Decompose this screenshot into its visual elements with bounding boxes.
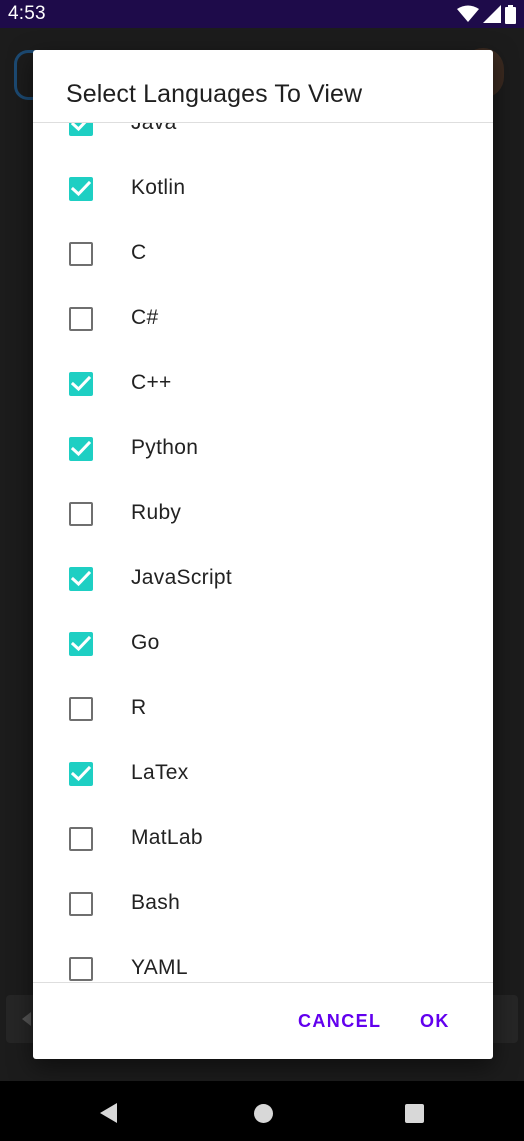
- home-icon[interactable]: [254, 1104, 273, 1123]
- checkmark-icon: [71, 570, 91, 587]
- checkbox-unchecked[interactable]: [69, 502, 93, 526]
- ok-button[interactable]: OK: [420, 1011, 450, 1032]
- option-label: C++: [131, 371, 172, 394]
- option-label: Java: [131, 123, 177, 135]
- checkbox-unchecked[interactable]: [69, 957, 93, 981]
- options-list-content: Java Kotlin C C# C++ Python Ruby JavaScript Go R L…: [33, 123, 493, 982]
- checkbox-checked[interactable]: [69, 567, 93, 591]
- option-row[interactable]: Kotlin: [33, 157, 493, 222]
- option-label: Bash: [131, 891, 181, 914]
- dialog-title: Select Languages To View: [66, 80, 363, 108]
- options-list[interactable]: Java Kotlin C C# C++ Python Ruby JavaScript Go R L…: [33, 123, 493, 982]
- option-row[interactable]: YAML: [33, 937, 493, 982]
- option-label: Python: [131, 436, 199, 459]
- signal-icon: [483, 5, 501, 23]
- option-label: C#: [131, 306, 159, 329]
- option-row[interactable]: Python: [33, 417, 493, 482]
- wifi-icon: [457, 5, 479, 22]
- battery-icon: [505, 4, 516, 24]
- option-label: JavaScript: [131, 566, 233, 589]
- checkbox-unchecked[interactable]: [69, 697, 93, 721]
- checkbox-unchecked[interactable]: [69, 892, 93, 916]
- option-row[interactable]: C: [33, 222, 493, 287]
- checkbox-unchecked[interactable]: [69, 307, 93, 331]
- option-label: Kotlin: [131, 176, 186, 199]
- checkmark-icon: [71, 123, 87, 132]
- option-row[interactable]: C++: [33, 352, 493, 417]
- checkbox-checked[interactable]: [69, 437, 93, 461]
- checkbox-checked[interactable]: [69, 177, 93, 201]
- checkbox-checked[interactable]: [69, 372, 93, 396]
- option-row[interactable]: Go: [33, 612, 493, 677]
- checkbox-checked[interactable]: [69, 632, 93, 656]
- option-row[interactable]: LaTex: [33, 742, 493, 807]
- background-arrow-icon: [22, 1012, 31, 1026]
- status-icons: [457, 4, 516, 24]
- option-label: R: [131, 696, 147, 719]
- option-label: Ruby: [131, 501, 182, 524]
- option-row[interactable]: R: [33, 677, 493, 742]
- dialog-actions: CANCEL OK: [33, 983, 493, 1059]
- checkbox-checked[interactable]: [69, 762, 93, 786]
- option-row[interactable]: Ruby: [33, 482, 493, 547]
- option-row[interactable]: C#: [33, 287, 493, 352]
- option-label: LaTex: [131, 761, 189, 784]
- checkbox-unchecked[interactable]: [69, 827, 93, 851]
- option-label: YAML: [131, 956, 188, 979]
- checkbox-unchecked[interactable]: [69, 242, 93, 266]
- status-time: 4:53: [8, 3, 46, 24]
- cancel-button[interactable]: CANCEL: [298, 1011, 381, 1032]
- navigation-bar: [0, 1081, 524, 1141]
- checkmark-icon: [71, 375, 91, 392]
- option-row[interactable]: JavaScript: [33, 547, 493, 612]
- checkmark-icon: [71, 765, 91, 782]
- checkmark-icon: [71, 635, 91, 652]
- status-bar: 4:53: [0, 0, 524, 28]
- checkbox-checked[interactable]: [69, 123, 93, 136]
- option-label: C: [131, 241, 147, 264]
- checkmark-icon: [71, 180, 91, 197]
- option-label: Go: [131, 631, 160, 654]
- option-row[interactable]: MatLab: [33, 807, 493, 872]
- checkmark-icon: [71, 440, 91, 457]
- option-row[interactable]: Java: [33, 123, 493, 157]
- back-icon[interactable]: [100, 1103, 117, 1123]
- language-select-dialog: Select Languages To View Java Kotlin C C# C+…: [33, 50, 493, 1059]
- option-row[interactable]: Bash: [33, 872, 493, 937]
- recents-icon[interactable]: [405, 1104, 424, 1123]
- option-label: MatLab: [131, 826, 203, 849]
